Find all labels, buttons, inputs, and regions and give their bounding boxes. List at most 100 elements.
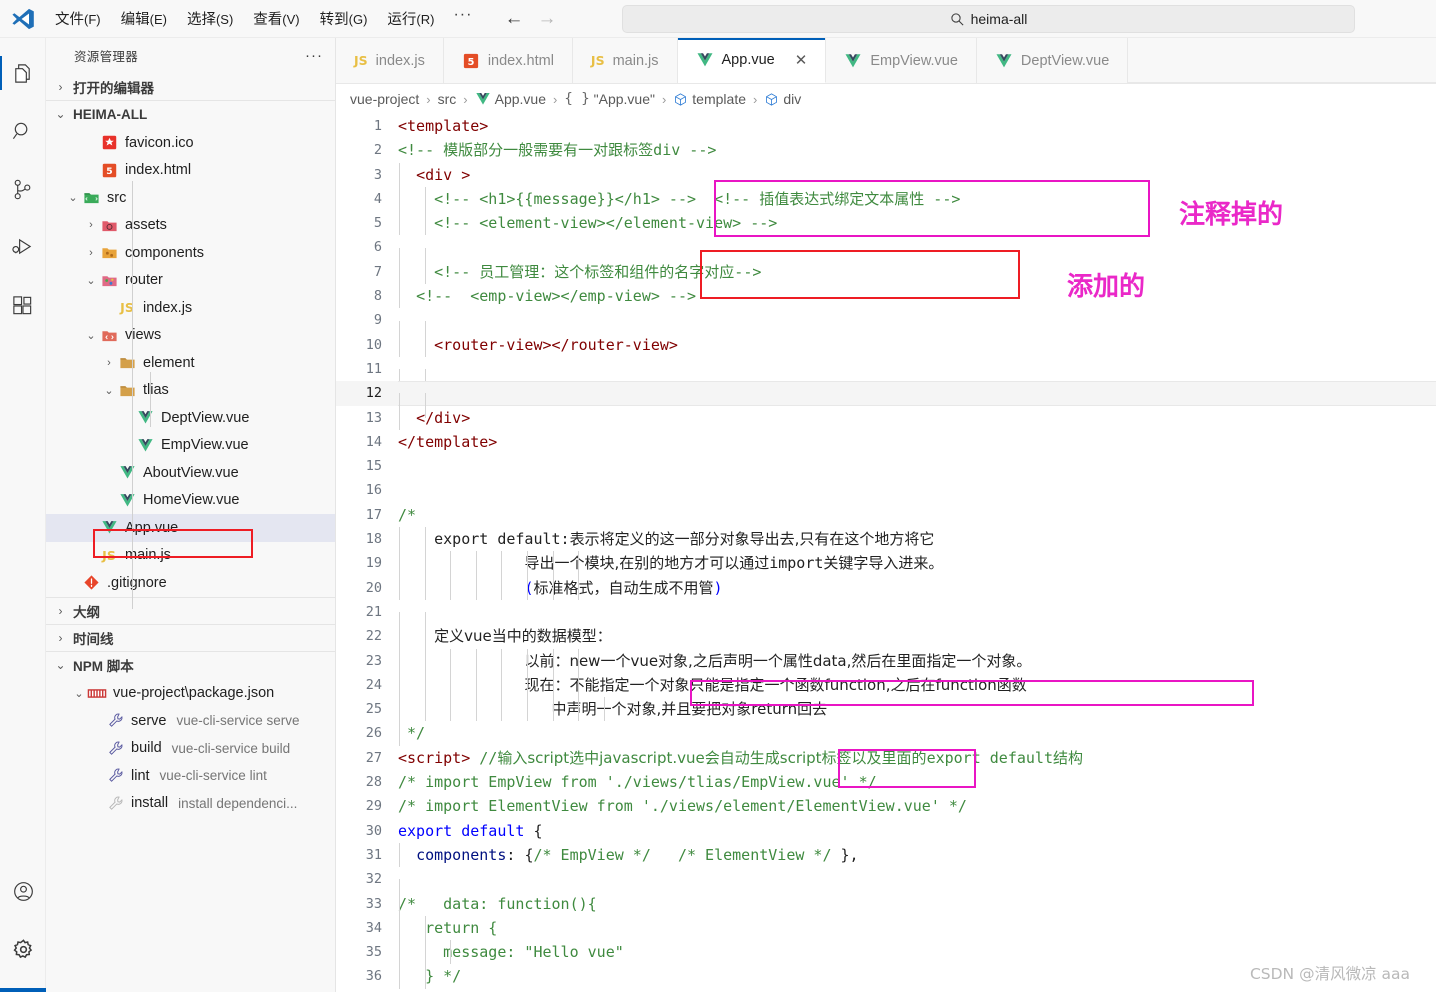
code-line-34[interactable]: 34 return { [336, 915, 1436, 941]
tab-empview-vue[interactable]: EmpView.vue [826, 38, 977, 83]
breadcrumb-item-6[interactable]: div [764, 91, 801, 107]
code-line-8[interactable]: 8 <!-- <emp-view></emp-view> --> [336, 284, 1436, 309]
npm-script-row[interactable]: install install dependenci... [46, 790, 335, 818]
code-line-22[interactable]: 22 定义vue当中的数据模型： [336, 624, 1436, 649]
code-line-5[interactable]: 5 <!-- <element-view></element-view> --> [336, 211, 1436, 236]
code-line-20[interactable]: 20 (标准格式，自动生成不用管) [336, 575, 1436, 600]
explorer-more-button[interactable]: ··· [305, 47, 323, 64]
tab-index-html[interactable]: 5 index.html [443, 38, 573, 83]
code-line-1[interactable]: 1 <template> [336, 114, 1436, 138]
chevron-down-icon[interactable]: ⌄ [84, 274, 98, 287]
tree-row-favicon-ico[interactable]: favicon.ico [46, 129, 335, 157]
code-line-26[interactable]: 26 */ [336, 721, 1436, 746]
tree-row-components[interactable]: › components [46, 239, 335, 267]
tree-row-element[interactable]: › element [46, 349, 335, 377]
tree-row-router[interactable]: ⌄ router [46, 267, 335, 295]
code-line-12[interactable]: 12 [336, 381, 1436, 418]
code-line-24[interactable]: 24 现在：不能指定一个对象只能是指定一个函数function,之后在funct… [336, 672, 1436, 698]
tree-row-src[interactable]: ⌄ src [46, 184, 335, 212]
activity-search[interactable] [0, 102, 46, 160]
code-line-7[interactable]: 7 <!-- 员工管理：这个标签和组件的名字对应--> [336, 259, 1436, 285]
chevron-down-icon[interactable]: ⌄ [66, 191, 80, 204]
breadcrumb-item-5[interactable]: template [673, 91, 746, 107]
code-line-29[interactable]: 29 /* import ElementView from './views/el… [336, 794, 1436, 818]
breadcrumb-item-2[interactable]: src [438, 91, 457, 107]
menu-4[interactable]: 查看(V) [244, 5, 308, 32]
code-line-28[interactable]: 28 /* import EmpView from './views/tlias/… [336, 770, 1436, 794]
tab-deptview-vue[interactable]: DeptView.vue [976, 38, 1129, 83]
code-line-13[interactable]: 13 </div> [336, 405, 1436, 430]
tree-row-views[interactable]: ⌄ views [46, 322, 335, 350]
menu-2[interactable]: 编辑(E) [112, 5, 176, 32]
tree-row-homeview-vue[interactable]: HomeView.vue [46, 487, 335, 515]
menu-5[interactable]: 转到(G) [311, 5, 377, 32]
tab-app-vue[interactable]: App.vue ✕ [677, 38, 827, 83]
tree-row-assets[interactable]: › assets [46, 212, 335, 240]
code-line-9[interactable]: 9 [336, 308, 1436, 345]
npm-script-row[interactable]: serve vue-cli-service serve [46, 707, 335, 735]
tree-row-index-js[interactable]: JS index.js [46, 294, 335, 322]
breadcrumb-item-1[interactable]: vue-project [350, 91, 419, 107]
code-line-30[interactable]: 30 export default { [336, 819, 1436, 843]
code-line-33[interactable]: 33 /* data: function(){ [336, 891, 1436, 916]
section-heima-all[interactable]: ⌄ HEIMA-ALL [46, 100, 335, 127]
code-viewport[interactable]: 1 <template> 2 <!-- 模版部分一般需要有一对跟标签div --> 3 … [336, 114, 1436, 992]
chevron-down-icon[interactable]: ⌄ [84, 329, 98, 342]
npm-script-row[interactable]: build vue-cli-service build [46, 735, 335, 763]
code-line-18[interactable]: 18 export default:表示将定义的这一部分对象导出去,只有在这个地… [336, 527, 1436, 552]
activity-run-debug[interactable] [0, 218, 46, 276]
menu-3[interactable]: 选择(S) [178, 5, 242, 32]
tab-index-js[interactable]: JS index.js [336, 38, 444, 83]
activity-explorer[interactable] [0, 44, 46, 102]
tree-row-vue-project-package-json[interactable]: ⌄ vue-project\package.json [46, 680, 335, 708]
section-timeline[interactable]: › 时间线 [46, 623, 335, 651]
code-line-4[interactable]: 4 <!-- <h1>{{message}}</h1> --> <!-- 插值表… [336, 186, 1436, 212]
code-line-6[interactable]: 6 [336, 235, 1436, 272]
code-line-2[interactable]: 2 <!-- 模版部分一般需要有一对跟标签div --> [336, 138, 1436, 162]
section-outline[interactable]: › 大纲 [46, 596, 335, 624]
code-line-17[interactable]: 17 /* [336, 503, 1436, 527]
forward-arrow-icon[interactable]: → [537, 8, 556, 30]
menu-more-button[interactable]: ··· [443, 6, 482, 32]
chevron-down-icon[interactable]: ⌄ [102, 384, 116, 397]
tree-row-empview-vue[interactable]: EmpView.vue [46, 432, 335, 460]
chevron-right-icon[interactable]: › [102, 357, 116, 369]
activity-extensions[interactable] [0, 276, 46, 334]
account-icon[interactable] [0, 862, 46, 920]
chevron-down-icon[interactable]: ⌄ [72, 687, 86, 700]
tree-row-index-html[interactable]: 5 index.html [46, 157, 335, 185]
code-line-31[interactable]: 31 components: {/* EmpView */ /* Element… [336, 842, 1436, 868]
tree-row-aboutview-vue[interactable]: AboutView.vue [46, 459, 335, 487]
tree-row-app-vue[interactable]: App.vue [46, 514, 335, 542]
tree-row-tlias[interactable]: ⌄ tlias [46, 377, 335, 405]
close-icon[interactable]: ✕ [795, 51, 808, 69]
breadcrumb-item-3[interactable]: App.vue [475, 91, 546, 107]
code-line-25[interactable]: 25 中声明一个对象,并且要把对象return回去 [336, 697, 1436, 722]
code-line-14[interactable]: 14 </template> [336, 430, 1436, 454]
breadcrumb-item-4[interactable]: { } "App.vue" [564, 91, 655, 107]
menu-6[interactable]: 运行(R) [378, 5, 443, 32]
code-line-19[interactable]: 19 导出一个模块,在别的地方才可以通过import关键字导入进来。 [336, 551, 1436, 576]
tree-row-main-js[interactable]: JS main.js [46, 542, 335, 570]
code-line-35[interactable]: 35 message: "Hello vue" [336, 940, 1436, 965]
code-line-16[interactable]: 16 [336, 478, 1436, 502]
command-center-search[interactable]: heima-all [622, 5, 1355, 33]
code-line-15[interactable]: 15 [336, 454, 1436, 478]
code-editor[interactable]: 1 <template> 2 <!-- 模版部分一般需要有一对跟标签div --> 3 … [336, 114, 1436, 992]
code-line-32[interactable]: 32 [336, 867, 1436, 904]
tree-row-deptview-vue[interactable]: DeptView.vue [46, 404, 335, 432]
section-open-editors[interactable]: › 打开的编辑器 [46, 73, 335, 100]
code-line-27[interactable]: 27 <script> //输入script选中javascript.vue会自动… [336, 746, 1436, 770]
code-line-23[interactable]: 23 以前：new一个vue对象,之后声明一个属性data,然后在里面指定一个对… [336, 648, 1436, 673]
back-arrow-icon[interactable]: ← [504, 8, 523, 30]
gear-icon[interactable] [0, 920, 46, 978]
tab-main-js[interactable]: JS main.js [572, 38, 678, 83]
code-line-21[interactable]: 21 [336, 600, 1436, 637]
code-line-11[interactable]: 11 [336, 357, 1436, 394]
section-npm-scripts[interactable]: ⌄ NPM 脚本 [46, 650, 335, 678]
activity-source-control[interactable] [0, 160, 46, 218]
code-line-10[interactable]: 10 <router-view></router-view> [336, 332, 1436, 357]
code-line-3[interactable]: 3 <div > [336, 162, 1436, 187]
tree-row--gitignore[interactable]: .gitignore [46, 569, 335, 597]
npm-script-row[interactable]: lint vue-cli-service lint [46, 762, 335, 790]
